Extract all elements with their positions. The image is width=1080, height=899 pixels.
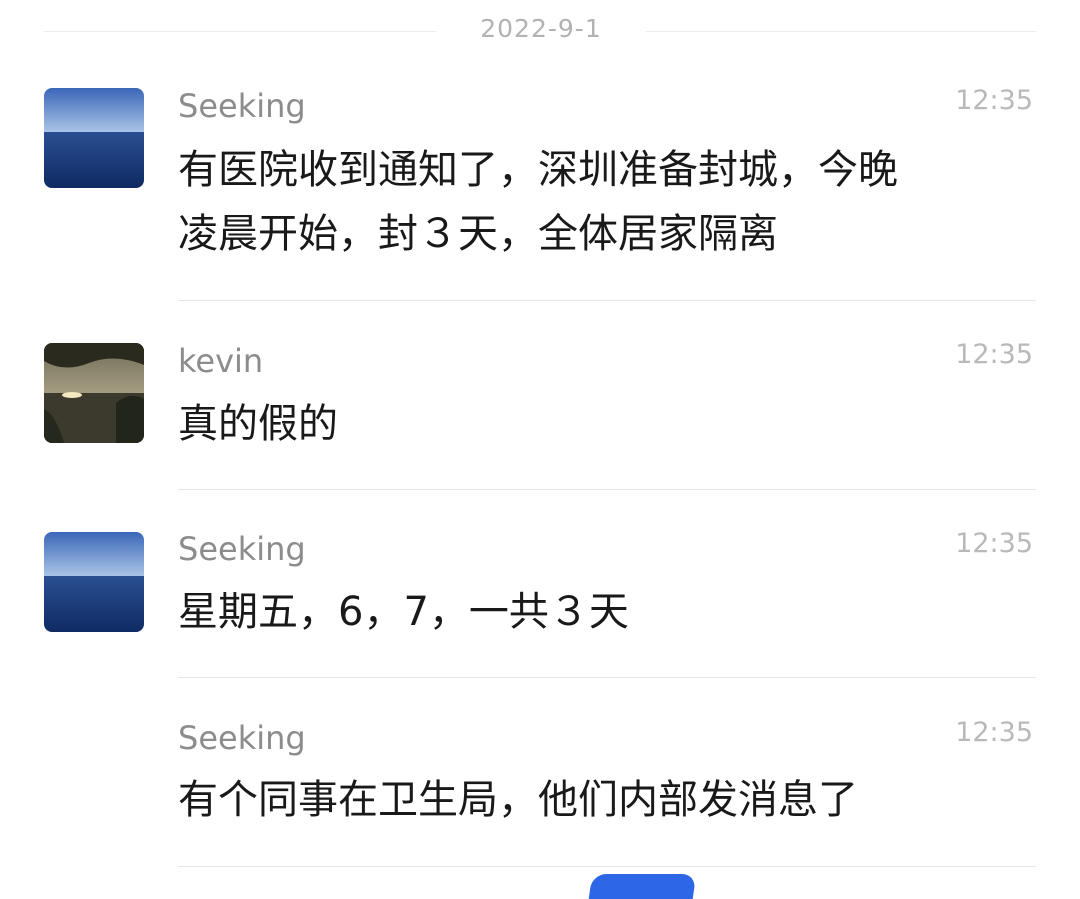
chat-history-view: 2022-9-1 Seeking 12:35 有医院收到通知了，深圳准备封城，今… (0, 0, 1080, 899)
avatar[interactable] (44, 532, 144, 632)
message-divider (178, 489, 1036, 490)
ocean-avatar-icon (44, 88, 144, 188)
message-line: 真的假的 (178, 401, 338, 447)
message-text[interactable]: 有医院收到通知了，深圳准备封城，今晚 凌晨开始，封３天，全体居家隔离 (178, 138, 1018, 266)
date-separator: 2022-9-1 (0, 10, 1080, 54)
message-time: 12:35 (955, 528, 1033, 559)
floating-action-button[interactable] (583, 874, 697, 899)
message-time: 12:35 (955, 339, 1033, 370)
sunset-lake-avatar-icon (44, 343, 144, 443)
message-line: 星期五，6，7，一共３天 (178, 589, 629, 635)
ocean-avatar-icon (44, 532, 144, 632)
avatar[interactable] (44, 88, 144, 188)
date-label: 2022-9-1 (480, 14, 602, 43)
message-text[interactable]: 真的假的 (178, 392, 1018, 456)
message-divider (178, 677, 1036, 678)
message-time: 12:35 (955, 85, 1033, 116)
avatar[interactable] (44, 343, 144, 443)
message-line: 凌晨开始，封３天，全体居家隔离 (178, 211, 778, 257)
sender-name: Seeking (178, 87, 306, 125)
message-divider (178, 300, 1036, 301)
message-time: 12:35 (955, 717, 1033, 748)
message-divider (178, 866, 1036, 867)
message-line: 有医院收到通知了，深圳准备封城，今晚 (178, 147, 898, 193)
date-separator-line-left (44, 31, 436, 32)
message-text[interactable]: 有个同事在卫生局，他们内部发消息了 (178, 768, 1018, 832)
date-separator-line-right (646, 31, 1036, 32)
message-text[interactable]: 星期五，6，7，一共３天 (178, 580, 1018, 644)
message-line: 有个同事在卫生局，他们内部发消息了 (178, 777, 858, 823)
sender-name: Seeking (178, 530, 306, 568)
sender-name: Seeking (178, 719, 306, 757)
sender-name: kevin (178, 342, 264, 380)
